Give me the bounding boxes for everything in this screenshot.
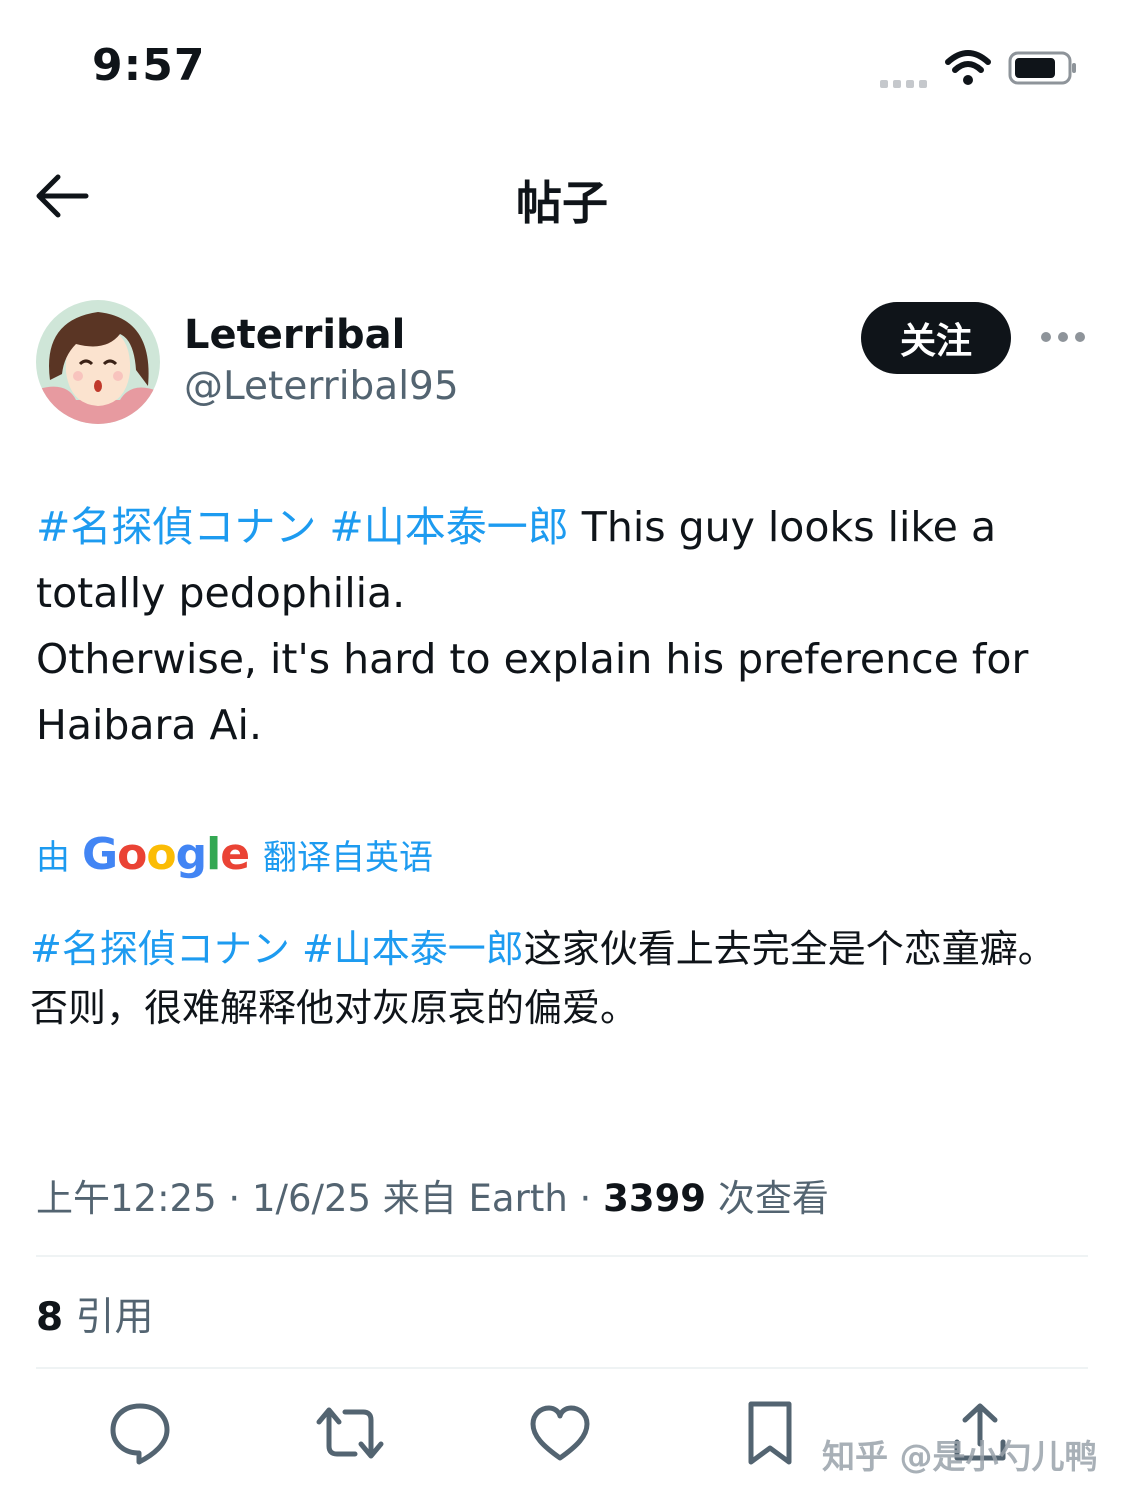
avatar[interactable] bbox=[36, 300, 160, 424]
hashtag-link[interactable]: #山本泰一郎 bbox=[302, 927, 524, 971]
translation-prefix: 由 bbox=[36, 838, 70, 878]
like-heart-icon[interactable] bbox=[525, 1398, 595, 1468]
more-options-icon[interactable] bbox=[1040, 325, 1086, 349]
translation-suffix: 翻译自英语 bbox=[263, 838, 434, 878]
post-time[interactable]: 上午12:25 bbox=[36, 1177, 217, 1220]
google-logo: Google bbox=[82, 829, 250, 880]
post-meta: 上午12:25 · 1/6/25 来自 Earth · 3399 次查看 bbox=[36, 1177, 829, 1220]
status-time: 9:57 bbox=[92, 40, 206, 91]
watermark: 知乎 @是小勺儿鸭 bbox=[822, 1437, 1098, 1476]
post-text: #名探偵コナン #山本泰一郎 This guy looks like a tot… bbox=[36, 494, 1096, 758]
hashtag-link[interactable]: #名探偵コナン bbox=[30, 927, 290, 971]
cellular-signal-icon bbox=[880, 73, 932, 92]
translated-post-text: #名探偵コナン #山本泰一郎这家伙看上去完全是个恋童癖。 否则，很难解释他对灰原… bbox=[30, 920, 1090, 1038]
quotes-count: 8 bbox=[36, 1295, 64, 1340]
post-text-line: Otherwise, it's hard to explain his pref… bbox=[36, 635, 1029, 749]
divider bbox=[36, 1255, 1088, 1257]
translated-text-line: 否则，很难解释他对灰原哀的偏爱。 bbox=[30, 986, 639, 1030]
translation-attribution[interactable]: 由 Google 翻译自英语 bbox=[36, 829, 433, 880]
battery-icon bbox=[1008, 51, 1076, 85]
follow-button[interactable]: 关注 bbox=[861, 302, 1011, 374]
hashtag-link[interactable]: #名探偵コナン bbox=[36, 503, 316, 551]
post-date[interactable]: 1/6/25 bbox=[252, 1177, 371, 1220]
reply-icon[interactable] bbox=[105, 1398, 175, 1468]
post-detail-screen: 9:57 帖子 Leterribal @Leterribal95 关注 #名探偵… bbox=[0, 0, 1124, 1498]
views-count: 3399 bbox=[603, 1177, 707, 1220]
bookmark-icon[interactable] bbox=[735, 1398, 805, 1468]
quotes-stat[interactable]: 8 引用 bbox=[36, 1286, 154, 1342]
translated-text-line: 这家伙看上去完全是个恋童癖。 bbox=[523, 927, 1056, 971]
wifi-icon bbox=[945, 50, 991, 85]
page-title: 帖子 bbox=[516, 176, 608, 230]
author-handle[interactable]: @Leterribal95 bbox=[184, 364, 459, 409]
divider bbox=[36, 1367, 1088, 1369]
hashtag-link[interactable]: #山本泰一郎 bbox=[329, 503, 568, 551]
post-source: 来自 Earth bbox=[382, 1177, 568, 1220]
repost-icon[interactable] bbox=[315, 1398, 385, 1468]
views-label: 次查看 bbox=[717, 1177, 829, 1220]
author-display-name[interactable]: Leterribal bbox=[184, 312, 405, 358]
quotes-label: 引用 bbox=[75, 1295, 154, 1340]
